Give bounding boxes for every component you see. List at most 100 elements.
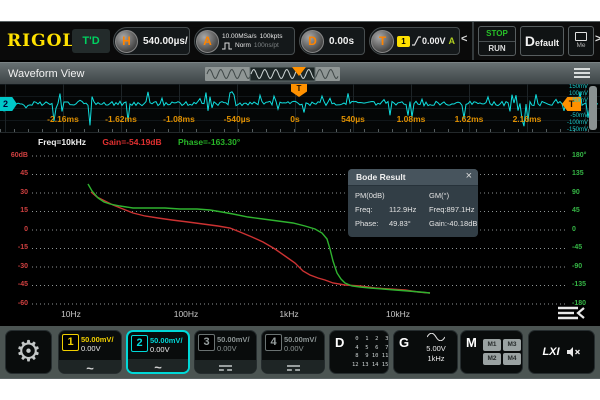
channel-4-button[interactable]: 4 50.00mV/0.00V xyxy=(261,330,325,374)
pm-phase-value: 49.83° xyxy=(389,219,429,228)
oscilloscope-screen: RIGOL T'D H 540.00µs/ A 10.00MSa/s 100kp… xyxy=(0,22,600,378)
delay-button[interactable]: D 0.00s xyxy=(299,27,365,55)
pm-freq-label: Freq: xyxy=(355,205,389,214)
speaker-muted-icon[interactable] xyxy=(566,346,581,358)
time-label: 1.08ms xyxy=(397,114,426,124)
vertical-scrollbar[interactable] xyxy=(589,86,597,130)
channel-1-button[interactable]: 1 50.00mV/0.00V ~ xyxy=(58,330,122,374)
generator-amplitude: 5.00V xyxy=(416,344,456,354)
trigger-knob-icon[interactable]: T xyxy=(371,30,394,53)
channel-2-badge: 2 xyxy=(131,335,148,352)
phase-axis-label: 135 xyxy=(572,170,584,177)
phase-axis-label: 45 xyxy=(572,207,580,214)
horizontal-settings-button[interactable]: H 540.00µs/ xyxy=(113,27,190,55)
pm-header: PM(0dB) xyxy=(355,191,429,200)
math-m4-button[interactable]: M4 xyxy=(503,353,521,365)
default-label-rest: efault xyxy=(535,38,559,48)
stop-run-button[interactable]: STOP RUN xyxy=(478,26,516,56)
memory-depth-value: 100kpts xyxy=(260,33,283,41)
dialog-header[interactable]: Bode Result × xyxy=(348,169,478,186)
generator-frequency: 1kHz xyxy=(416,354,456,364)
generator-info: 5.00V 1kHz xyxy=(416,333,456,364)
phase-axis-label: -45 xyxy=(572,244,582,251)
nav-right-chevron-icon[interactable]: > xyxy=(595,33,600,45)
channel-4-badge: 4 xyxy=(265,334,282,351)
more-label: Me xyxy=(569,42,593,49)
generator-badge: G xyxy=(399,335,409,350)
channel-2-scale: 50.00mV/ xyxy=(150,336,188,345)
math-badge: M xyxy=(466,335,477,350)
acquisition-knob-icon[interactable]: A xyxy=(196,30,219,53)
channel-2-button[interactable]: 2 50.00mV/0.00V ~ xyxy=(126,330,190,374)
ac-coupling-icon: ~ xyxy=(86,361,94,376)
menu-icon[interactable] xyxy=(574,68,590,80)
timebase-preview-strip[interactable] xyxy=(205,65,345,83)
bode-plot-panel: Freq=10kHz Gain=-54.19dB Phase=-163.30° … xyxy=(0,132,600,326)
channel-2-offset: 0.00V xyxy=(150,345,188,354)
device-screenshot: RIGOL T'D H 540.00µs/ A 10.00MSa/s 100kp… xyxy=(0,0,600,400)
bode-readout: Freq=10kHz Gain=-54.19dB Phase=-163.30° xyxy=(38,137,240,147)
time-label: -2.16ms xyxy=(47,114,79,124)
gain-axis-label: -45 xyxy=(2,281,28,288)
readout-gain: Gain=-54.19dB xyxy=(102,137,161,147)
waveform-view-header: Waveform View xyxy=(0,62,600,84)
bode-result-dialog[interactable]: Bode Result × PM(0dB) GM(°) Freq: 112.9H… xyxy=(348,169,478,237)
settings-gear-button[interactable]: ⚙ xyxy=(5,330,52,374)
preview-window[interactable] xyxy=(250,67,315,81)
trigger-source-badge: 1 xyxy=(397,36,410,47)
math-m1-button[interactable]: M1 xyxy=(483,339,501,351)
volt-label: 100mV xyxy=(546,91,588,98)
digital-channels-button[interactable]: D 0 1 2 3 4 5 6 7 8 9 10 1112 13 14 15 xyxy=(329,330,389,374)
gain-axis-label: -30 xyxy=(2,263,28,270)
time-label: -1.08ms xyxy=(163,114,195,124)
nav-left-chevron-icon[interactable]: < xyxy=(461,33,467,45)
pulse-icon xyxy=(222,42,232,50)
gear-icon: ⚙ xyxy=(16,336,42,368)
freq-axis-label: 10kHz xyxy=(386,309,410,319)
close-icon[interactable]: × xyxy=(466,169,472,184)
default-button[interactable]: Default xyxy=(520,26,564,56)
channel-1-scale: 50.00mV/ xyxy=(81,335,119,344)
gain-axis-label: 15 xyxy=(2,207,28,214)
sample-resolution: 100ns/pt xyxy=(254,42,279,50)
default-label-initial: D xyxy=(525,33,535,49)
time-label: 0s xyxy=(290,114,299,124)
phase-axis-label: -135 xyxy=(572,281,586,288)
acquisition-button[interactable]: A 10.00MSa/s 100kpts Norm 100ns/pt xyxy=(194,27,295,55)
channel-4-offset: 0.00V xyxy=(284,344,322,353)
acquisition-mode: Norm xyxy=(235,42,251,50)
gain-axis-label: -60 xyxy=(2,300,28,307)
channel-3-offset: 0.00V xyxy=(217,344,255,353)
waveform-view-title: Waveform View xyxy=(8,63,84,85)
freq-axis-label: 1kHz xyxy=(279,309,298,319)
top-right-buttons: STOP RUN Default Me > xyxy=(472,22,600,60)
horizontal-knob-icon[interactable]: H xyxy=(115,30,138,53)
time-label: 540µs xyxy=(341,114,365,124)
trigger-sweep-mode: A xyxy=(449,36,456,46)
volt-label: 150mV xyxy=(546,84,588,91)
freq-axis-label: 100Hz xyxy=(174,309,199,319)
math-channel-grid: M1 M3 M2 M4 xyxy=(483,339,521,365)
math-button[interactable]: M M1 M3 M2 M4 xyxy=(460,330,523,374)
channel-1-coupling: ~ xyxy=(59,360,121,373)
dialog-body: PM(0dB) GM(°) Freq: 112.9Hz Freq:897.1Hz… xyxy=(348,186,478,228)
channel-2-coupling: ~ xyxy=(128,359,188,372)
waveform-display[interactable]: 2 T T -2.16ms-1.62ms-1.08ms-540µs0s540µs… xyxy=(0,84,600,132)
math-m2-button[interactable]: M2 xyxy=(483,353,501,365)
more-menu-button[interactable]: Me xyxy=(568,26,594,56)
pm-phase-label: Phase: xyxy=(355,219,389,228)
generator-button[interactable]: G 5.00V 1kHz xyxy=(393,330,458,374)
digital-channel-grid: 0 1 2 3 4 5 6 7 8 9 10 1112 13 14 15 xyxy=(352,335,388,369)
collapse-menu-icon[interactable] xyxy=(556,305,586,321)
trigger-settings-button[interactable]: T 1 0.00V A xyxy=(369,27,460,55)
channel-3-button[interactable]: 3 50.00mV/0.00V xyxy=(194,330,257,374)
gain-axis-label: 60dB xyxy=(2,152,28,159)
dc-coupling-icon xyxy=(287,365,300,373)
freq-axis-label: 10Hz xyxy=(61,309,81,319)
phase-axis-label: 0 xyxy=(572,226,576,233)
digital-badge: D xyxy=(335,335,344,350)
trigger-level-value: 0.00V xyxy=(422,36,446,46)
delay-knob-icon[interactable]: D xyxy=(301,30,324,53)
dialog-title: Bode Result xyxy=(356,169,406,185)
math-m3-button[interactable]: M3 xyxy=(503,339,521,351)
